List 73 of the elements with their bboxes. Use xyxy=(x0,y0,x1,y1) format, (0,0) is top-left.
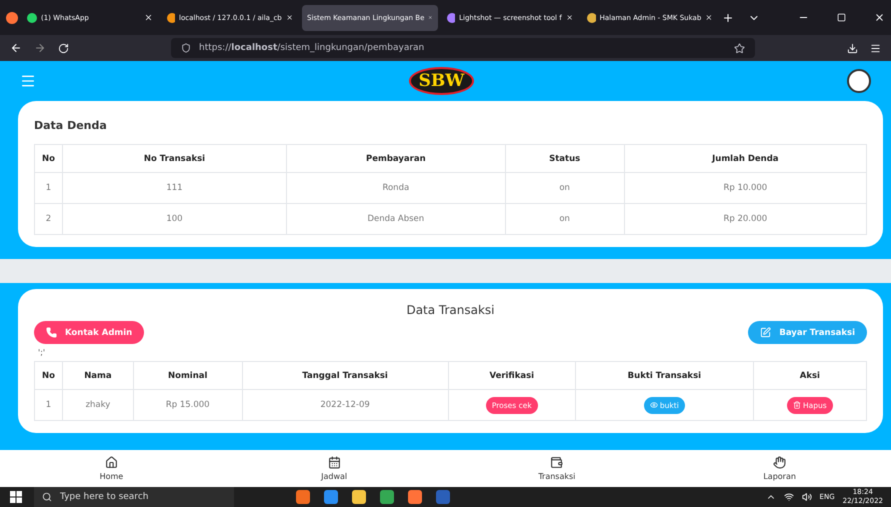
column-header: Bukti Transaksi xyxy=(576,362,754,390)
taskbar-app-icon[interactable] xyxy=(380,490,394,504)
card-title: Data Denda xyxy=(34,119,108,132)
table-cell: Rp 10.000 xyxy=(624,172,866,204)
close-icon[interactable] xyxy=(566,13,573,22)
close-icon[interactable] xyxy=(286,13,293,22)
column-header: Aksi xyxy=(753,362,866,390)
url-text: https://localhost/sistem_lingkungan/pembayaran xyxy=(199,43,424,53)
emblem-icon[interactable] xyxy=(847,69,871,93)
column-header: Pembayaran xyxy=(286,144,506,172)
restore-icon[interactable] xyxy=(837,13,846,22)
table-cell: Rp 15.000 xyxy=(133,390,242,420)
bottom-nav-item[interactable]: Jadwal xyxy=(222,450,446,487)
card-title: Data Transaksi xyxy=(405,303,496,317)
note-text: ';' xyxy=(38,348,46,357)
table-cell: on xyxy=(505,204,624,234)
table-cell: 2022-12-09 xyxy=(242,390,448,420)
home-icon xyxy=(104,456,118,469)
eye-icon xyxy=(650,401,658,409)
shield-icon xyxy=(181,43,191,53)
edit-icon xyxy=(760,327,772,338)
table-cell: 2 xyxy=(34,204,62,234)
tab-icon xyxy=(27,12,37,22)
taskbar-search-field[interactable]: Type here to search xyxy=(34,487,234,507)
back-icon[interactable] xyxy=(10,42,22,54)
tab-icon xyxy=(447,12,456,22)
column-header: Nominal xyxy=(133,362,242,390)
windows-icon[interactable] xyxy=(10,491,22,503)
bookmark-icon[interactable] xyxy=(734,42,745,54)
table-cell: 1 xyxy=(34,172,62,204)
taskbar-app-icon[interactable] xyxy=(352,490,366,504)
table-cell: Rp 20.000 xyxy=(624,204,866,234)
tab-icon xyxy=(167,12,176,22)
reload-icon[interactable] xyxy=(58,42,69,54)
table-cell: 100 xyxy=(62,204,286,234)
close-icon[interactable] xyxy=(874,12,885,23)
taskbar-app-icon[interactable] xyxy=(296,490,310,504)
search-icon xyxy=(42,492,52,502)
trash-icon xyxy=(793,401,802,409)
table-cell: Ronda xyxy=(286,172,506,204)
bottom-nav-item[interactable]: Laporan xyxy=(668,450,891,487)
column-header: No Transaksi xyxy=(62,144,286,172)
table-cell: zhaky xyxy=(62,390,134,420)
table-cell: 111 xyxy=(62,172,286,204)
column-header: Status xyxy=(505,144,624,172)
table-cell: 1 xyxy=(34,390,62,420)
menu-icon[interactable] xyxy=(870,42,881,54)
taskbar-app-icon[interactable] xyxy=(324,490,338,504)
address-bar[interactable]: https://localhost/sistem_lingkungan/pembayaran xyxy=(171,38,755,58)
column-header: Tanggal Transaksi xyxy=(242,362,448,390)
column-header: Jumlah Denda xyxy=(624,144,866,172)
forward-icon[interactable] xyxy=(34,42,46,54)
tab-icon xyxy=(587,12,596,22)
wallet-icon xyxy=(550,456,564,469)
bottom-nav-item[interactable]: Transaksi xyxy=(446,450,668,487)
calendar-icon xyxy=(328,456,341,469)
column-header: No xyxy=(34,362,62,390)
close-icon[interactable] xyxy=(705,13,713,22)
column-header: No xyxy=(34,144,62,172)
phone-icon xyxy=(46,327,57,338)
network-icon[interactable] xyxy=(784,492,794,502)
logo: SBW xyxy=(408,67,474,95)
new-tab-icon[interactable] xyxy=(722,12,734,24)
bottom-nav-item[interactable]: Home xyxy=(0,450,223,487)
volume-icon[interactable] xyxy=(802,492,812,502)
column-header: Verifikasi xyxy=(448,362,576,390)
hand-icon xyxy=(773,456,786,469)
taskbar-app-icon[interactable] xyxy=(408,490,422,504)
table-cell: Denda Absen xyxy=(286,204,506,234)
download-icon[interactable] xyxy=(847,42,858,54)
close-icon[interactable] xyxy=(144,13,153,22)
column-header: Nama xyxy=(62,362,134,390)
table-cell: on xyxy=(505,172,624,204)
